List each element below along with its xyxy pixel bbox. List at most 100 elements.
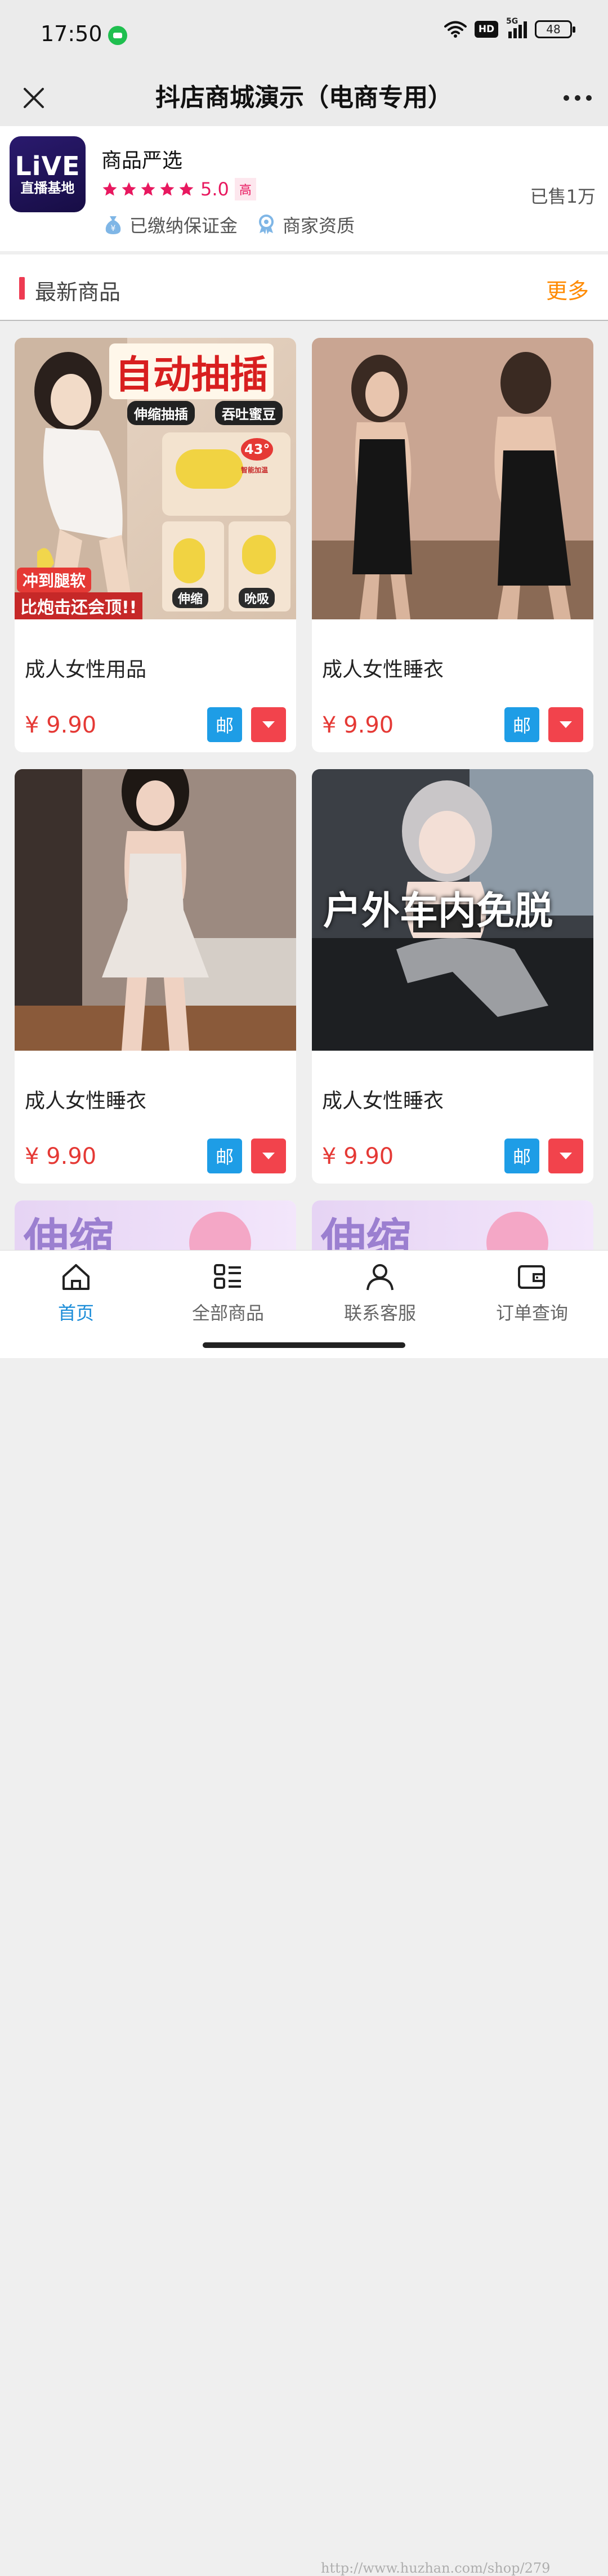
free-shipping-button[interactable]: 邮 bbox=[207, 707, 242, 742]
free-shipping-button[interactable]: 邮 bbox=[207, 1139, 242, 1173]
thumb-label: 吮吸 bbox=[239, 588, 275, 608]
product-blob bbox=[189, 1212, 251, 1250]
product-card[interactable]: 成人女性睡衣 ¥ 9.90 邮 bbox=[312, 338, 593, 752]
deposit-badge: ¥ 已缴纳保证金 bbox=[104, 212, 238, 238]
hd-badge: HD bbox=[475, 21, 498, 38]
close-button[interactable] bbox=[16, 80, 52, 116]
image-headline: 伸缩 bbox=[24, 1214, 114, 1250]
status-bar: 17:50 HD 5G 48 bbox=[0, 0, 608, 70]
product-card[interactable]: 户外车内免脱 成人女性睡衣 ¥ 9.90 邮 bbox=[312, 769, 593, 1184]
more-link[interactable]: 更多 bbox=[546, 274, 589, 305]
star-icon bbox=[141, 182, 155, 196]
star-icon bbox=[160, 182, 175, 196]
network-type-label: 5G bbox=[506, 17, 518, 26]
buy-dropdown-button[interactable] bbox=[548, 707, 583, 742]
star-icon bbox=[179, 182, 194, 196]
product-blob bbox=[486, 1212, 548, 1250]
caret-down-icon bbox=[560, 721, 572, 728]
shop-badges: ¥ 已缴纳保证金 商家资质 bbox=[104, 212, 365, 238]
home-icon bbox=[62, 1264, 90, 1290]
shop-logo: LiVE 直播基地 bbox=[10, 136, 86, 212]
wifi-icon bbox=[444, 21, 467, 38]
caret-down-icon bbox=[262, 721, 275, 728]
tab-order-query[interactable]: 订单查询 bbox=[470, 1263, 594, 1325]
thumb-label: 伸缩 bbox=[172, 588, 209, 608]
tab-label: 全部商品 bbox=[191, 1302, 264, 1324]
qualification-badge-icon bbox=[259, 215, 274, 234]
product-closeup: 43° 智能加温 bbox=[162, 432, 290, 516]
rating-level: 高 bbox=[234, 178, 256, 200]
battery-indicator: 48 bbox=[535, 20, 575, 38]
shop-rating: 5.0 高 bbox=[101, 178, 256, 200]
star-icon bbox=[102, 182, 117, 196]
deposit-badge-label: 已缴纳保证金 bbox=[129, 215, 238, 236]
image-banner: 冲到腿软 bbox=[17, 568, 92, 592]
tab-all-products[interactable]: 全部商品 bbox=[166, 1263, 290, 1325]
product-image bbox=[312, 338, 593, 619]
contact-service-icon bbox=[366, 1264, 394, 1291]
product-image: 户外车内免脱 bbox=[312, 769, 593, 1051]
caret-down-icon bbox=[560, 1153, 572, 1159]
logo-subtext: 直播基地 bbox=[20, 180, 75, 196]
more-dots-icon bbox=[564, 95, 592, 101]
product-image: 伸缩 bbox=[15, 1200, 296, 1250]
star-icon bbox=[122, 182, 136, 196]
product-image bbox=[15, 769, 296, 1051]
product-grid: 自动抽插 伸缩抽插 吞吐蜜豆 43° 智能加温 伸缩 吮吸 冲到腿软 比炮击还会… bbox=[0, 321, 608, 1250]
buy-dropdown-button[interactable] bbox=[548, 1139, 583, 1173]
section-title: 最新商品 bbox=[35, 280, 121, 305]
product-price: ¥ 9.90 bbox=[322, 1144, 394, 1169]
product-price: ¥ 9.90 bbox=[25, 712, 97, 738]
status-icons: HD 5G 48 bbox=[444, 17, 575, 38]
home-indicator[interactable] bbox=[203, 1342, 405, 1348]
sold-count: 已售1万 bbox=[530, 186, 596, 207]
image-headline: 户外车内免脱 bbox=[323, 889, 553, 934]
shop-info-card[interactable]: LiVE 直播基地 商品严选 5.0 高 已售1万 ¥ 已缴纳保证金 商家资质 bbox=[0, 126, 608, 251]
product-title: 成人女性睡衣 bbox=[25, 1090, 147, 1113]
shop-name: 商品严选 bbox=[101, 149, 183, 172]
temperature-sub: 智能加温 bbox=[241, 466, 269, 474]
image-banner: 比炮击还会顶!! bbox=[15, 592, 143, 619]
qualification-badge: 商家资质 bbox=[257, 212, 355, 238]
watermark-text: http://www.huzhan.com/shop/279 bbox=[321, 2560, 551, 2576]
product-title: 成人女性用品 bbox=[25, 658, 147, 681]
cell-signal-icon: 5G bbox=[506, 17, 527, 38]
product-title: 成人女性睡衣 bbox=[322, 658, 444, 681]
tab-label: 联系客服 bbox=[343, 1302, 416, 1324]
detail-thumb-1: 伸缩 bbox=[162, 521, 224, 611]
product-card[interactable]: 成人女性睡衣 ¥ 9.90 邮 bbox=[15, 769, 296, 1184]
close-icon bbox=[24, 88, 44, 108]
tab-home[interactable]: 首页 bbox=[14, 1263, 138, 1325]
product-price: ¥ 9.90 bbox=[25, 1144, 97, 1169]
section-accent-bar bbox=[19, 277, 25, 300]
temperature-label: 43° bbox=[241, 438, 274, 461]
caret-down-icon bbox=[262, 1153, 275, 1159]
all-products-icon bbox=[214, 1264, 241, 1289]
qualification-badge-label: 商家资质 bbox=[283, 215, 355, 236]
product-image: 自动抽插 伸缩抽插 吞吐蜜豆 43° 智能加温 伸缩 吮吸 冲到腿软 比炮击还会… bbox=[15, 338, 296, 619]
buy-dropdown-button[interactable] bbox=[251, 707, 286, 742]
rating-score: 5.0 bbox=[200, 178, 229, 200]
message-notification-icon bbox=[108, 26, 127, 45]
product-image: 伸缩 bbox=[312, 1200, 593, 1250]
product-card[interactable]: 伸缩 bbox=[312, 1200, 593, 1250]
free-shipping-button[interactable]: 邮 bbox=[504, 707, 539, 742]
logo-live-text: LiVE bbox=[15, 150, 81, 181]
product-card[interactable]: 伸缩 bbox=[15, 1200, 296, 1250]
product-card[interactable]: 自动抽插 伸缩抽插 吞吐蜜豆 43° 智能加温 伸缩 吮吸 冲到腿软 比炮击还会… bbox=[15, 338, 296, 752]
image-tag: 吞吐蜜豆 bbox=[215, 401, 283, 425]
svg-text:¥: ¥ bbox=[111, 224, 116, 233]
image-tag: 伸缩抽插 bbox=[127, 401, 195, 425]
page-title: 抖店商城演示（电商专用） bbox=[155, 83, 453, 112]
free-shipping-button[interactable]: 邮 bbox=[504, 1139, 539, 1173]
order-query-icon bbox=[518, 1265, 545, 1289]
status-time: 17:50 bbox=[41, 21, 102, 46]
image-headline: 自动抽插 bbox=[109, 343, 274, 399]
top-navigation: 抖店商城演示（电商专用） bbox=[0, 70, 608, 126]
tab-contact-service[interactable]: 联系客服 bbox=[318, 1263, 442, 1325]
detail-thumb-2: 吮吸 bbox=[229, 521, 290, 611]
latest-products-header: 最新商品 更多 bbox=[0, 255, 608, 321]
more-options-button[interactable] bbox=[560, 80, 596, 116]
image-headline: 伸缩 bbox=[321, 1214, 411, 1250]
buy-dropdown-button[interactable] bbox=[251, 1139, 286, 1173]
